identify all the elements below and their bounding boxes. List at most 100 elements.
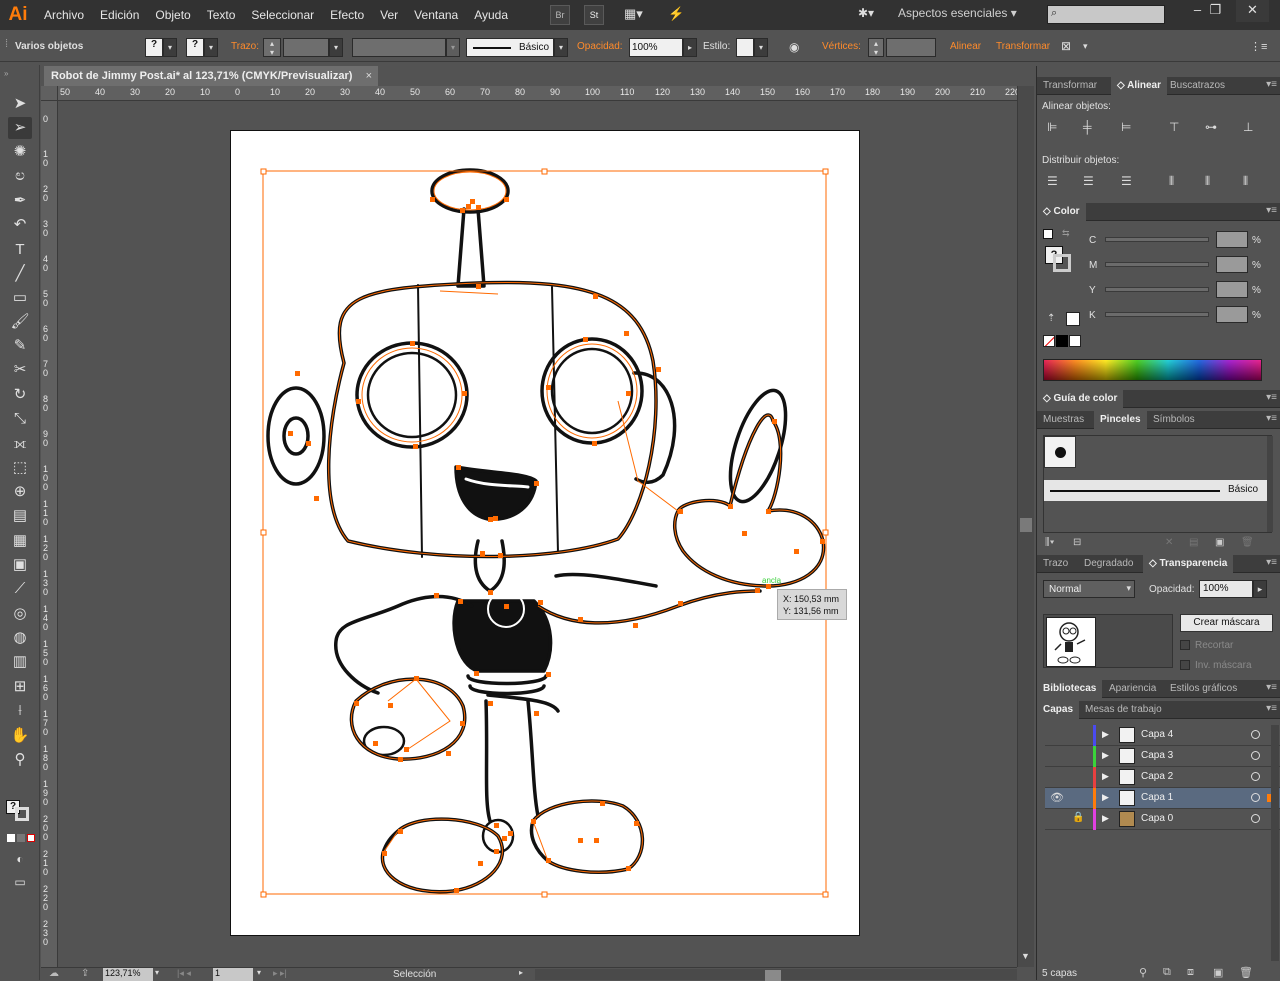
artboard-number-input[interactable]: 1 xyxy=(213,968,253,981)
vertices-label[interactable]: Vértices: xyxy=(822,41,861,52)
control-bar-menu-icon[interactable]: ⋮≡ xyxy=(1250,40,1267,53)
slice-tool-icon[interactable]: ⟊ xyxy=(8,700,32,722)
arrange-documents-icon[interactable]: ▦▾ xyxy=(624,6,652,24)
mesh-tool-icon[interactable]: ▦ xyxy=(8,530,32,552)
variable-width-dropdown[interactable]: ▾ xyxy=(446,38,460,57)
recolor-artwork-icon[interactable]: ◉ xyxy=(789,40,799,54)
align-left-icon[interactable]: ⊫ xyxy=(1047,120,1057,134)
curvature-tool-icon[interactable]: ↶ xyxy=(8,214,32,236)
none-mode-icon[interactable] xyxy=(27,834,35,842)
brush-library-list[interactable]: Básico xyxy=(1043,435,1272,533)
tab-color[interactable]: ◇ Color xyxy=(1037,203,1086,221)
vertical-scroll-thumb[interactable] xyxy=(1020,518,1032,532)
make-clipping-mask-icon[interactable]: ⧉ xyxy=(1163,966,1171,979)
brush-options-icon[interactable]: ⊟ xyxy=(1073,537,1081,548)
layer-name[interactable]: Capa 4 xyxy=(1141,729,1173,740)
distribute-left-icon[interactable]: ⫴ xyxy=(1169,174,1174,189)
document-tab[interactable]: Robot de Jimmy Post.ai* al 123,71% (CMYK… xyxy=(44,66,378,86)
stroke-weight-dropdown[interactable]: ▾ xyxy=(329,38,343,57)
workspace-switcher[interactable]: Aspectos esenciales ▾ xyxy=(898,6,1017,20)
gradient-tool-icon[interactable]: ▣ xyxy=(8,554,32,576)
tab-buscatrazos[interactable]: Buscatrazos xyxy=(1164,77,1231,95)
stroke-weight-label[interactable]: Trazo: xyxy=(231,41,259,52)
artboard-dropdown[interactable]: ▾ xyxy=(257,968,261,977)
distribute-bottom-icon[interactable]: ☰ xyxy=(1121,174,1132,188)
layer-row-capa-2[interactable]: ▶ Capa 2 xyxy=(1045,767,1280,788)
color-stroke-swatch[interactable] xyxy=(1053,254,1071,272)
tab-bibliotecas[interactable]: Bibliotecas xyxy=(1037,680,1103,698)
tab-capas[interactable]: Capas xyxy=(1037,701,1080,719)
tab-degradado[interactable]: Degradado xyxy=(1078,555,1139,573)
tab-mesas-de-trabajo[interactable]: Mesas de trabajo xyxy=(1079,701,1168,719)
transparency-opacity-input[interactable]: 100% xyxy=(1199,580,1253,598)
stroke-dropdown[interactable]: ▾ xyxy=(204,38,218,57)
tab-color-guide[interactable]: ◇ Guía de color xyxy=(1037,390,1124,408)
web-safe-swatch[interactable] xyxy=(1066,312,1080,326)
scroll-down-icon[interactable]: ▼ xyxy=(1021,951,1030,961)
color-panel-menu-icon[interactable]: ▾≡ xyxy=(1266,205,1277,216)
white-swatch[interactable] xyxy=(1069,335,1081,347)
stroke-weight-stepper[interactable]: ▴ ▾ xyxy=(263,38,281,57)
black-swatch[interactable] xyxy=(1056,335,1068,347)
new-brush-icon[interactable]: ▣ xyxy=(1215,537,1224,548)
tab-alinear[interactable]: ◇ Alinear xyxy=(1111,77,1168,95)
tab-pinceles[interactable]: Pinceles xyxy=(1094,411,1147,429)
column-graph-tool-icon[interactable]: ▥ xyxy=(8,651,32,673)
layer-row-capa-3[interactable]: ▶ Capa 3 xyxy=(1045,746,1280,767)
brush-libraries-icon[interactable]: ⫼▾ xyxy=(1045,537,1054,548)
vertices-input[interactable] xyxy=(886,38,936,57)
canvas[interactable]: ancla X: 150,53 mm Y: 131,56 mm xyxy=(58,101,1017,967)
graphic-style-swatch[interactable] xyxy=(736,38,754,57)
sync-settings-icon[interactable]: ✱▾ xyxy=(858,6,880,24)
tab-transformar[interactable]: Transformar xyxy=(1037,77,1103,95)
delete-brush-icon[interactable]: 🗑 xyxy=(1241,537,1254,548)
scale-tool-icon[interactable]: ⤡ xyxy=(8,408,32,430)
expand-layer-icon[interactable]: ▶ xyxy=(1102,813,1109,824)
perspective-grid-tool-icon[interactable]: ▤ xyxy=(8,505,32,527)
layer-name[interactable]: Capa 1 xyxy=(1141,792,1173,803)
menu-archivo[interactable]: Archivo xyxy=(36,0,92,30)
opacity-label[interactable]: Opacidad: xyxy=(577,41,623,52)
layer-name[interactable]: Capa 3 xyxy=(1141,750,1173,761)
toolbar-collapse-icon[interactable]: » xyxy=(4,69,8,78)
selection-tool-icon[interactable]: ➤ xyxy=(8,93,32,115)
clip-checkbox[interactable] xyxy=(1180,640,1190,650)
menu-ver[interactable]: Ver xyxy=(372,0,406,30)
pen-tool-icon[interactable]: ✒ xyxy=(8,190,32,212)
isolate-object-icon[interactable]: ⊠ xyxy=(1061,39,1071,53)
stock-button[interactable]: St xyxy=(584,5,604,25)
delete-layer-icon[interactable]: 🗑 xyxy=(1239,966,1253,979)
layer-name[interactable]: Capa 2 xyxy=(1141,771,1173,782)
out-of-gamut-icon[interactable]: ⇡ xyxy=(1047,313,1055,324)
share-icon[interactable]: ⇪ xyxy=(81,968,89,979)
help-search-input[interactable]: ⌕ xyxy=(1047,5,1165,24)
robot-artwork[interactable] xyxy=(58,101,1017,967)
menu-seleccionar[interactable]: Seleccionar xyxy=(243,0,322,30)
next-artboard-icon[interactable]: ▸ ▸| xyxy=(273,968,287,979)
stroke-swatch[interactable]: ? xyxy=(186,38,204,57)
tab-simbolos[interactable]: Símbolos xyxy=(1147,411,1201,429)
channel-c-slider[interactable] xyxy=(1105,237,1209,242)
ruler-origin[interactable] xyxy=(41,86,58,101)
basic-brush-item[interactable]: Básico xyxy=(1044,480,1271,501)
channel-k-slider[interactable] xyxy=(1105,312,1209,317)
layer-name[interactable]: Capa 0 xyxy=(1141,813,1173,824)
tab-muestras[interactable]: Muestras xyxy=(1037,411,1090,429)
distribute-vcenter-icon[interactable]: ☰ xyxy=(1083,174,1094,188)
color-mode-icon[interactable] xyxy=(7,834,15,842)
close-window-button[interactable]: ✕ xyxy=(1236,0,1269,22)
align-vcenter-icon[interactable]: ⊶ xyxy=(1205,120,1217,134)
channel-k-input[interactable] xyxy=(1216,306,1248,323)
brush-definition-dropdown[interactable]: ▾ xyxy=(554,38,568,57)
layer-row-capa-1[interactable]: 👁 ▶ Capa 1 xyxy=(1045,788,1280,809)
layer-target-icon[interactable] xyxy=(1251,793,1260,802)
new-sublayer-icon[interactable]: ⧈ xyxy=(1187,966,1194,979)
line-tool-icon[interactable]: ╱ xyxy=(8,263,32,285)
layers-scrollbar[interactable] xyxy=(1271,725,1279,961)
type-tool-icon[interactable]: T xyxy=(8,239,32,261)
vertical-ruler[interactable]: 0 10 20 30 40 50 60 70 80 90 100 110 120 130 140 150 160… xyxy=(41,101,58,967)
visibility-eye-icon[interactable]: 👁 xyxy=(1050,791,1064,804)
zoom-dropdown[interactable]: ▾ xyxy=(155,968,159,977)
distribute-top-icon[interactable]: ☰ xyxy=(1047,174,1058,188)
cloud-sync-icon[interactable]: ☁ xyxy=(49,968,59,979)
